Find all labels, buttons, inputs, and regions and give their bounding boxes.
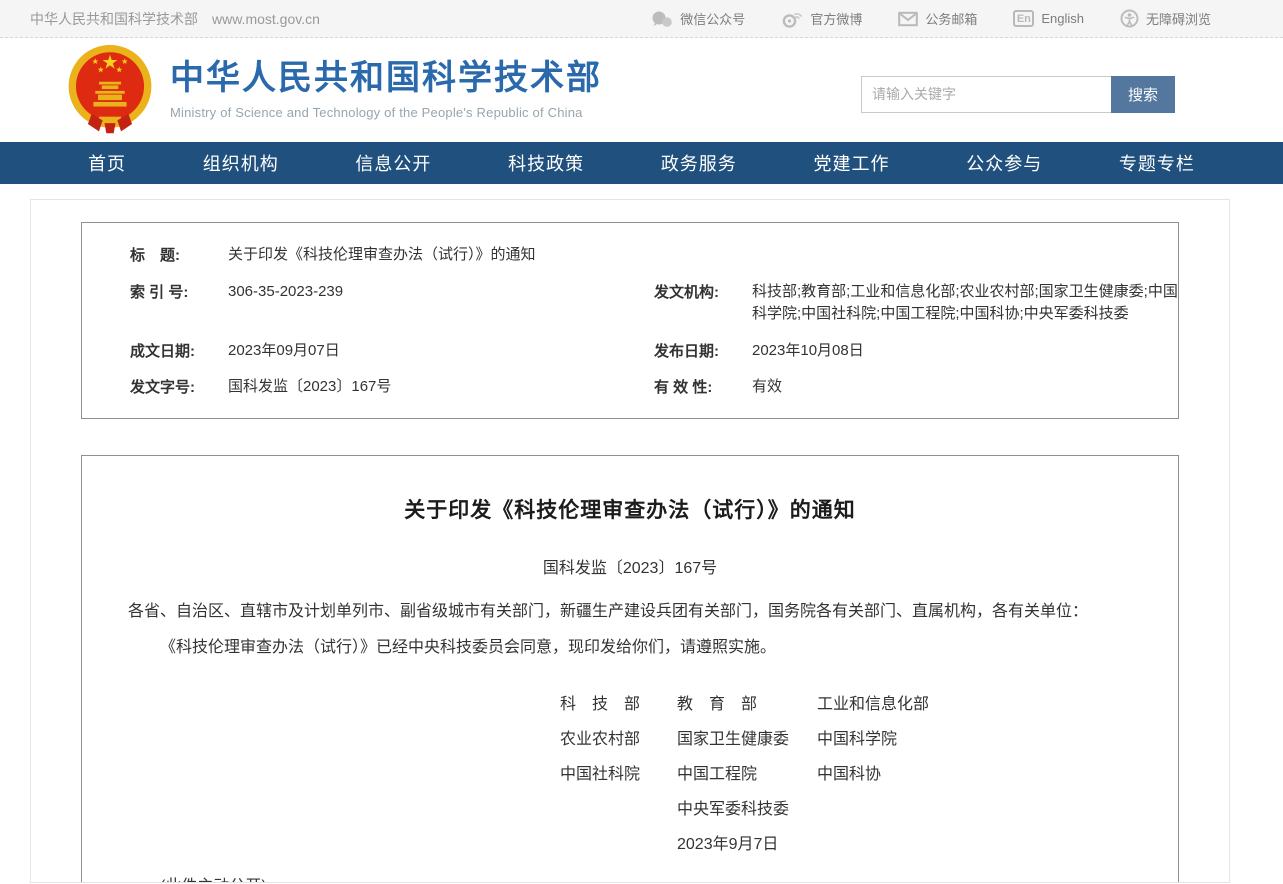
nav-item-special-topics[interactable]: 专题专栏 (1119, 150, 1195, 176)
meta-written-date-value: 2023年09月07日 (228, 340, 340, 363)
accessibility-icon (1120, 9, 1139, 28)
site-url[interactable]: www.most.gov.cn (212, 11, 320, 27)
english-link[interactable]: En English (1013, 10, 1084, 27)
accessibility-link[interactable]: 无障碍浏览 (1120, 9, 1211, 28)
weibo-label: 官方微博 (810, 9, 862, 28)
meta-written-date: 成文日期: 2023年09月07日 (82, 333, 654, 370)
accessibility-label: 无障碍浏览 (1146, 9, 1211, 28)
signature-cell (817, 834, 1132, 856)
signature-cell: 国家卫生健康委 (677, 729, 817, 751)
meta-row-number-validity: 发文字号: 国科发监〔2023〕167号 有 效 性: 有效 (82, 369, 1178, 406)
meta-validity-value: 有效 (752, 376, 782, 399)
document-number: 国科发监〔2023〕167号 (128, 554, 1132, 578)
meta-row-title: 标 题: 关于印发《科技伦理审查办法（试行）》的通知 (82, 237, 1178, 274)
national-emblem-logo (64, 44, 156, 136)
signature-date: 2023年9月7日 (677, 834, 817, 856)
signature-cell: 中国工程院 (677, 764, 817, 786)
english-label: English (1041, 11, 1084, 26)
meta-index-value: 306-35-2023-239 (228, 281, 343, 304)
signature-cell (817, 799, 1132, 821)
site-search: 搜索 (861, 76, 1175, 113)
meta-doc-number: 发文字号: 国科发监〔2023〕167号 (82, 369, 654, 406)
content-panel: 标 题: 关于印发《科技伦理审查办法（试行）》的通知 索 引 号: 306-35… (30, 199, 1230, 883)
meta-title-value: 关于印发《科技伦理审查办法（试行）》的通知 (228, 244, 536, 267)
nav-item-info-disclosure[interactable]: 信息公开 (355, 150, 431, 176)
disclosure-note: (此件主动公开) (160, 872, 1132, 884)
wechat-link[interactable]: 微信公众号 (651, 9, 745, 28)
signature-cell: 中央军委科技委 (677, 799, 817, 821)
meta-doc-number-value: 国科发监〔2023〕167号 (228, 376, 391, 399)
wechat-icon (651, 10, 673, 28)
mail-link[interactable]: 公务邮箱 (898, 9, 977, 28)
document-meta-box: 标 题: 关于印发《科技伦理审查办法（试行）》的通知 索 引 号: 306-35… (81, 222, 1179, 419)
nav-item-sci-tech-policy[interactable]: 科技政策 (508, 150, 584, 176)
main-nav: 首页 组织机构 信息公开 科技政策 政务服务 党建工作 公众参与 专题专栏 (0, 142, 1283, 184)
search-button[interactable]: 搜索 (1111, 76, 1175, 113)
mail-icon (898, 11, 918, 27)
document-body-box: 关于印发《科技伦理审查办法（试行）》的通知 国科发监〔2023〕167号 各省、… (81, 455, 1179, 884)
meta-title: 标 题: 关于印发《科技伦理审查办法（试行）》的通知 (82, 237, 654, 274)
signature-cell: 工业和信息化部 (817, 694, 1132, 716)
document-paragraph-body: 《科技伦理审查办法（试行）》已经中央科技委员会同意，现印发给你们，请遵照实施。 (128, 636, 1132, 660)
meta-title-label: 标 题: (130, 244, 210, 265)
meta-index-label: 索 引 号: (130, 281, 210, 302)
mail-label: 公务邮箱 (925, 9, 977, 28)
meta-validity: 有 效 性: 有效 (654, 369, 1178, 406)
signature-cell: 教 育 部 (677, 694, 817, 716)
brand-text: 中华人民共和国科学技术部 Ministry of Science and Tec… (170, 60, 602, 119)
meta-written-date-label: 成文日期: (130, 340, 210, 361)
site-subtitle: Ministry of Science and Technology of th… (170, 105, 602, 120)
signature-cell: 农业农村部 (560, 729, 677, 751)
signature-cell: 中国科学院 (817, 729, 1132, 751)
signature-cell: 中国科协 (817, 764, 1132, 786)
signature-block: 科 技 部 教 育 部 工业和信息化部 农业农村部 国家卫生健康委 中国科学院 … (560, 694, 1132, 856)
signature-cell: 科 技 部 (560, 694, 677, 716)
meta-doc-number-label: 发文字号: (130, 376, 210, 397)
nav-item-home[interactable]: 首页 (88, 150, 126, 176)
meta-row-index-agency: 索 引 号: 306-35-2023-239 发文机构: 科技部;教育部;工业和… (82, 274, 1178, 333)
document-paragraph-recipients: 各省、自治区、直辖市及计划单列市、副省级城市有关部门，新疆生产建设兵团有关部门，… (128, 600, 1132, 624)
nav-item-party-building[interactable]: 党建工作 (814, 150, 890, 176)
site-name: 中华人民共和国科学技术部 (30, 9, 198, 29)
meta-agency: 发文机构: 科技部;教育部;工业和信息化部;农业农村部;国家卫生健康委;中国科学… (654, 274, 1178, 333)
topbar-links: 微信公众号 官方微博 公务邮箱 En English 无障碍浏览 (651, 9, 1211, 28)
meta-agency-value: 科技部;教育部;工业和信息化部;农业农村部;国家卫生健康委;中国科学院;中国社科… (752, 281, 1178, 326)
meta-row-dates: 成文日期: 2023年09月07日 发布日期: 2023年10月08日 (82, 333, 1178, 370)
signature-cell (560, 834, 677, 856)
meta-validity-label: 有 效 性: (654, 376, 734, 397)
weibo-icon (781, 10, 803, 28)
topbar-site-identity: 中华人民共和国科学技术部 www.most.gov.cn (30, 9, 320, 29)
document-title: 关于印发《科技伦理审查办法（试行）》的通知 (128, 494, 1132, 524)
signature-cell: 中国社科院 (560, 764, 677, 786)
meta-publish-date: 发布日期: 2023年10月08日 (654, 333, 1178, 370)
nav-item-organization[interactable]: 组织机构 (203, 150, 279, 176)
signature-cell (560, 799, 677, 821)
search-input[interactable] (861, 76, 1111, 113)
meta-publish-date-label: 发布日期: (654, 340, 734, 361)
nav-item-gov-services[interactable]: 政务服务 (661, 150, 737, 176)
meta-publish-date-value: 2023年10月08日 (752, 340, 864, 363)
weibo-link[interactable]: 官方微博 (781, 9, 862, 28)
topbar: 中华人民共和国科学技术部 www.most.gov.cn 微信公众号 官方微博 … (0, 0, 1283, 38)
site-brand[interactable]: 中华人民共和国科学技术部 Ministry of Science and Tec… (64, 44, 602, 136)
site-title: 中华人民共和国科学技术部 (170, 60, 602, 97)
en-icon: En (1013, 10, 1034, 27)
site-header: 中华人民共和国科学技术部 Ministry of Science and Tec… (0, 38, 1283, 142)
meta-index: 索 引 号: 306-35-2023-239 (82, 274, 654, 333)
meta-agency-label: 发文机构: (654, 281, 734, 302)
wechat-label: 微信公众号 (680, 9, 745, 28)
nav-item-public-participation[interactable]: 公众参与 (966, 150, 1042, 176)
